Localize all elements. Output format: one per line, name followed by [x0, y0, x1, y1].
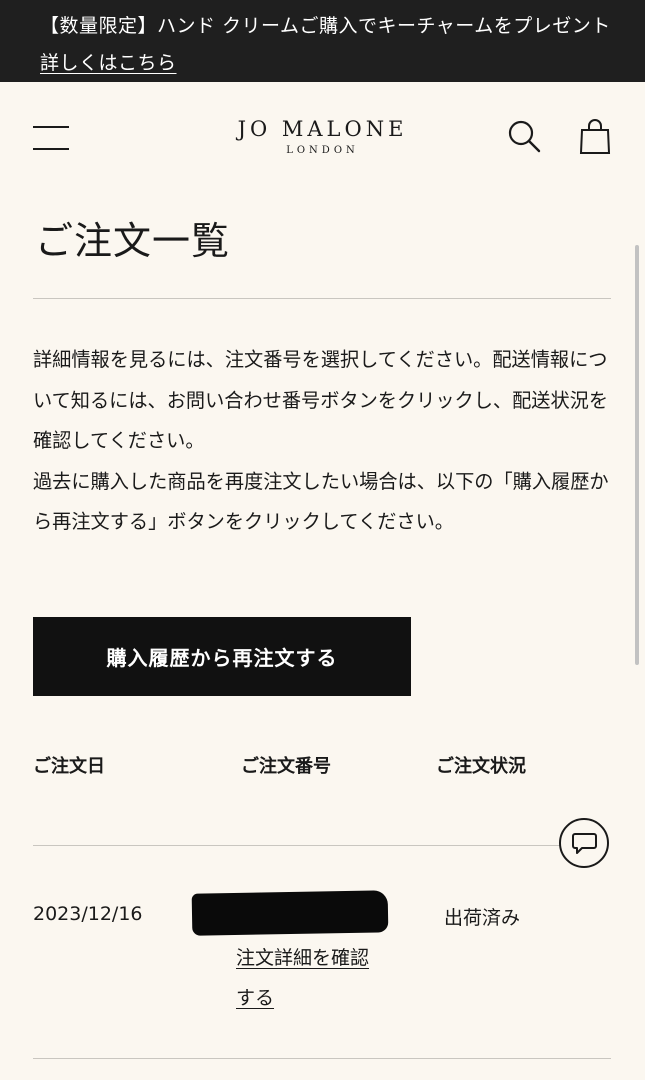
redacted-order-number: [191, 890, 389, 936]
intro-paragraph: 過去に購入した商品を再度注文したい場合は、以下の「購入履歴から再注文する」ボタン…: [33, 469, 609, 534]
table-header-divider: [33, 845, 563, 846]
column-header-order-number: ご注文番号: [241, 756, 331, 777]
brand-name: JO MALONE: [237, 117, 408, 141]
shopping-bag-icon[interactable]: [578, 118, 612, 154]
intro-text: 詳細情報を見るには、注文番号を選択してください。配送情報について知るには、お問い…: [33, 340, 615, 543]
reorder-from-history-button[interactable]: 購入履歴から再注文する: [33, 617, 411, 696]
promo-text: 【数量限定】ハンド クリームご購入でキーチャームをプレゼント: [40, 15, 611, 37]
order-status: 出荷済み: [444, 907, 521, 929]
row-divider: [33, 1058, 611, 1059]
chat-bubble-icon: [572, 833, 597, 854]
chat-button[interactable]: [559, 818, 609, 868]
page-title: ご注文一覧: [35, 219, 231, 263]
intro-paragraph: 詳細情報を見るには、注文番号を選択してください。配送情報について知るには、お問い…: [33, 348, 609, 452]
scrollbar[interactable]: [635, 245, 639, 665]
order-date: 2023/12/16: [33, 903, 143, 925]
brand-logo[interactable]: JO MALONE LONDON: [0, 117, 645, 156]
title-divider: [33, 298, 611, 299]
promo-banner: 【数量限定】ハンド クリームご購入でキーチャームをプレゼント 詳しくはこちら: [0, 0, 645, 82]
order-detail-link[interactable]: 注文詳細を確認する: [236, 938, 376, 1018]
search-icon[interactable]: [507, 119, 541, 153]
column-header-order-status: ご注文状況: [436, 756, 526, 777]
brand-sub: LONDON: [286, 145, 359, 156]
column-header-order-date: ご注文日: [33, 756, 105, 777]
site-header: JO MALONE LONDON: [0, 82, 645, 192]
promo-details-link[interactable]: 詳しくはこちら: [40, 52, 177, 74]
